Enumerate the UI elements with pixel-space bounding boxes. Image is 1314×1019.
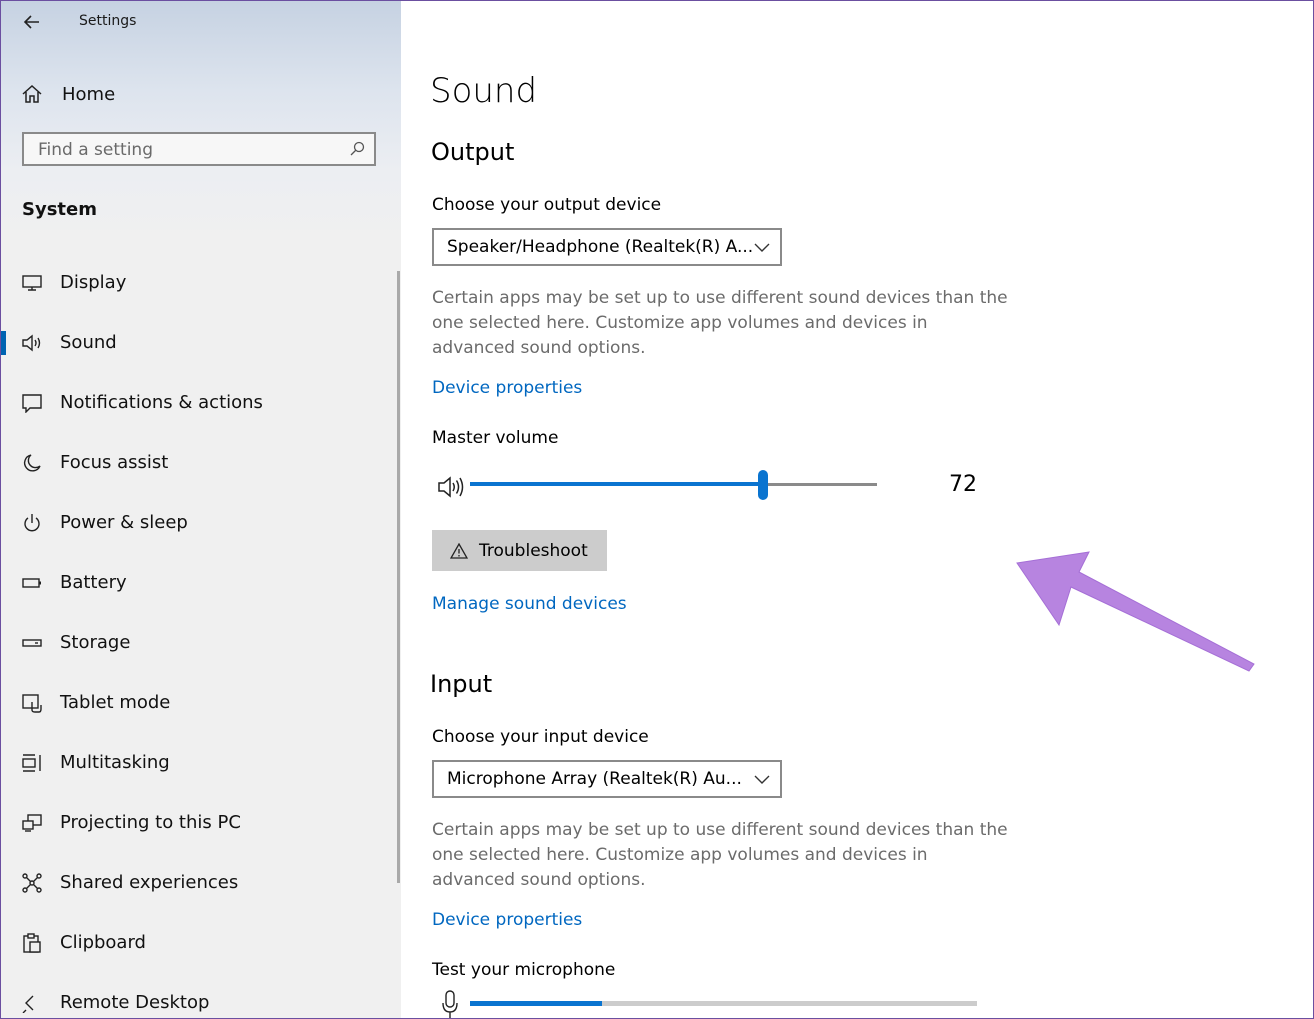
- sidebar-item-battery[interactable]: Battery: [1, 563, 397, 603]
- app-title: Settings: [79, 13, 137, 29]
- volume-speaker-icon[interactable]: [437, 475, 465, 499]
- output-device-label: Choose your output device: [432, 195, 662, 215]
- microphone-level-meter: [470, 1001, 977, 1006]
- input-device-value: Microphone Array (Realtek(R) Au...: [447, 769, 742, 789]
- sidebar-item-label: Clipboard: [60, 932, 146, 953]
- projecting-icon: [22, 814, 42, 832]
- output-description: Certain apps may be set up to use differ…: [432, 288, 1008, 358]
- battery-icon: [22, 578, 41, 588]
- input-description: Certain apps may be set up to use differ…: [432, 820, 1008, 890]
- sidebar-item-multitasking[interactable]: Multitasking: [1, 743, 397, 783]
- input-device-properties-link[interactable]: Device properties: [432, 910, 582, 930]
- sidebar: Settings Home System Display Sound Notif: [1, 1, 401, 1018]
- microphone-level-fill: [470, 1001, 602, 1006]
- sidebar-item-label: Multitasking: [60, 752, 170, 773]
- output-device-dropdown[interactable]: Speaker/Headphone (Realtek(R) A...: [432, 228, 782, 266]
- master-volume-slider[interactable]: [470, 482, 877, 486]
- manage-sound-devices-link[interactable]: Manage sound devices: [432, 594, 627, 614]
- tablet-mode-icon: [22, 694, 42, 713]
- home-icon: [22, 84, 42, 103]
- storage-icon: [22, 639, 42, 647]
- warning-icon: [450, 542, 468, 559]
- sidebar-item-remote-desktop[interactable]: Remote Desktop: [1, 983, 397, 1018]
- sidebar-item-label: Power & sleep: [60, 512, 188, 533]
- section-label-system: System: [22, 199, 97, 220]
- troubleshoot-button[interactable]: Troubleshoot: [432, 530, 607, 571]
- sidebar-item-sound[interactable]: Sound: [1, 323, 397, 363]
- search-box[interactable]: [22, 132, 376, 166]
- input-device-label: Choose your input device: [432, 727, 649, 747]
- troubleshoot-label: Troubleshoot: [479, 540, 588, 561]
- sidebar-item-focus-assist[interactable]: Focus assist: [1, 443, 397, 483]
- back-button[interactable]: [19, 9, 47, 35]
- sidebar-item-label: Shared experiences: [60, 872, 239, 893]
- moon-icon: [23, 454, 41, 472]
- search-input[interactable]: [24, 134, 360, 166]
- input-heading: Input: [430, 670, 493, 698]
- main-content: Sound Output Choose your output device S…: [401, 1, 1313, 1018]
- master-volume-value: 72: [949, 472, 977, 497]
- master-volume-label: Master volume: [432, 428, 559, 448]
- sidebar-item-power-sleep[interactable]: Power & sleep: [1, 503, 397, 543]
- sidebar-item-projecting[interactable]: Projecting to this PC: [1, 803, 397, 843]
- sidebar-item-label: Focus assist: [60, 452, 169, 473]
- sidebar-item-label: Notifications & actions: [60, 392, 263, 413]
- sidebar-item-notifications[interactable]: Notifications & actions: [1, 383, 397, 423]
- display-icon: [22, 275, 42, 291]
- sidebar-item-label: Projecting to this PC: [60, 812, 241, 833]
- notifications-icon: [22, 394, 42, 413]
- remote-desktop-icon: [22, 995, 34, 1013]
- master-volume-thumb[interactable]: [758, 470, 768, 500]
- sidebar-item-storage[interactable]: Storage: [1, 623, 397, 663]
- output-device-value: Speaker/Headphone (Realtek(R) A...: [447, 237, 754, 257]
- test-microphone-label: Test your microphone: [432, 960, 616, 980]
- sidebar-item-label: Tablet mode: [60, 692, 171, 713]
- chevron-down-icon: [754, 775, 770, 784]
- sidebar-item-tablet-mode[interactable]: Tablet mode: [1, 683, 397, 723]
- power-icon: [24, 514, 40, 532]
- output-device-properties-link[interactable]: Device properties: [432, 378, 582, 398]
- clipboard-icon: [23, 933, 41, 953]
- back-arrow-icon: [23, 15, 39, 29]
- sidebar-item-label: Sound: [60, 332, 117, 353]
- speaker-icon: [22, 334, 41, 352]
- settings-window: Settings Home System Display Sound Notif: [0, 0, 1314, 1019]
- sidebar-item-label: Storage: [60, 632, 131, 653]
- sidebar-item-display[interactable]: Display: [1, 263, 397, 303]
- page-title: Sound: [430, 71, 538, 111]
- sidebar-item-label: Remote Desktop: [60, 992, 210, 1013]
- sidebar-item-clipboard[interactable]: Clipboard: [1, 923, 397, 963]
- master-volume-fill: [470, 482, 763, 486]
- multitasking-icon: [22, 754, 41, 772]
- input-device-dropdown[interactable]: Microphone Array (Realtek(R) Au...: [432, 760, 782, 798]
- home-nav[interactable]: Home: [21, 81, 115, 107]
- shared-experiences-icon: [22, 873, 42, 893]
- sidebar-item-label: Battery: [60, 572, 127, 593]
- annotation-arrow-icon: [1016, 551, 1255, 672]
- search-icon: [350, 141, 365, 156]
- sidebar-scrollbar[interactable]: [397, 271, 400, 883]
- sidebar-item-shared-experiences[interactable]: Shared experiences: [1, 863, 397, 903]
- microphone-icon: [442, 990, 458, 1018]
- home-label: Home: [62, 83, 116, 105]
- output-heading: Output: [431, 138, 515, 166]
- sidebar-item-label: Display: [60, 272, 127, 293]
- chevron-down-icon: [754, 243, 770, 252]
